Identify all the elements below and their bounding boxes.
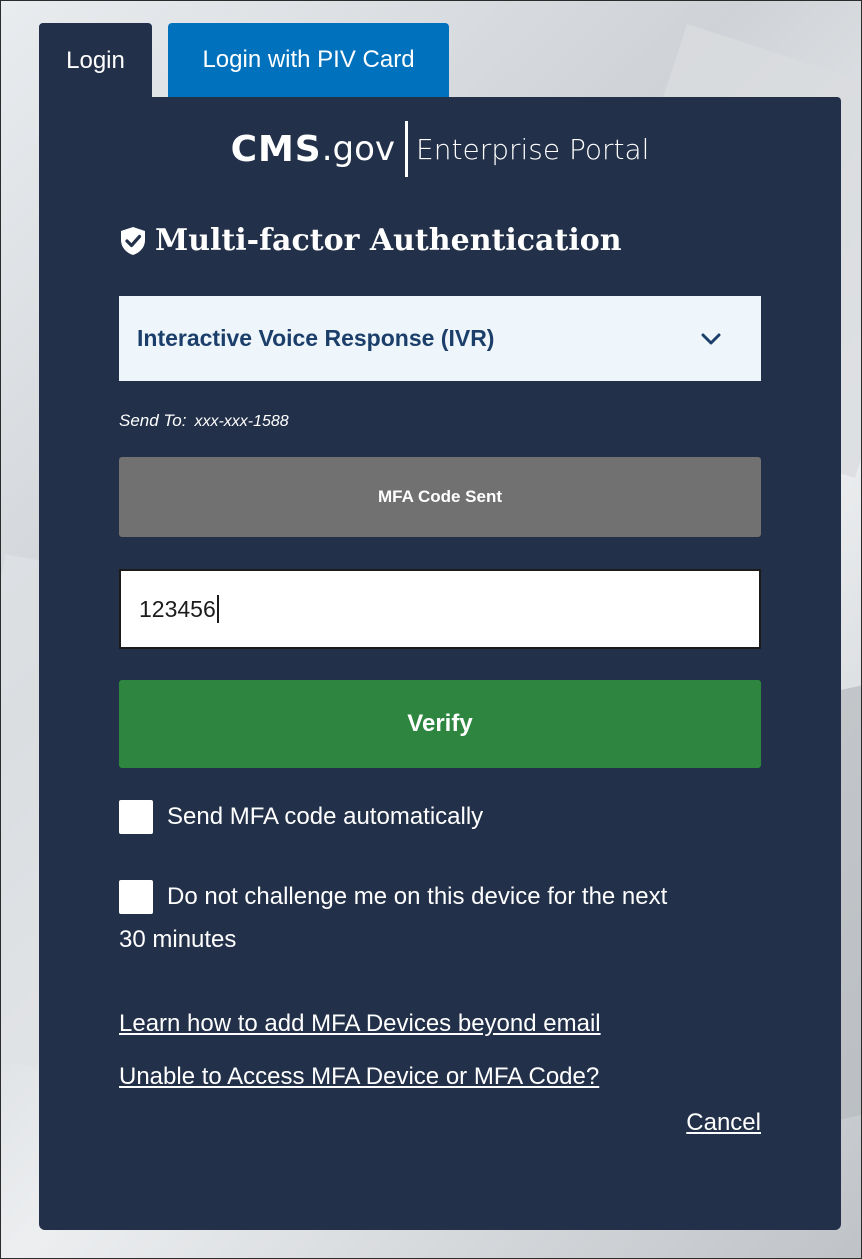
page-title: Multi-factor Authentication: [119, 223, 622, 258]
send-to-label: Send To:: [119, 411, 187, 430]
mfa-code-input[interactable]: 123456: [119, 569, 761, 649]
text-caret: [216, 595, 219, 623]
page-title-text: Multi-factor Authentication: [155, 223, 622, 258]
send-mfa-auto-checkbox[interactable]: [119, 800, 153, 834]
mfa-code-input-value: 123456: [139, 595, 216, 622]
tab-piv-label: Login with PIV Card: [202, 46, 415, 73]
verify-button-label: Verify: [407, 710, 473, 737]
cancel-link[interactable]: Cancel: [686, 1109, 761, 1137]
send-mfa-auto-row: Send MFA code automatically: [119, 800, 483, 834]
chevron-down-icon: [701, 333, 721, 344]
login-panel: CMS .gov Enterprise Portal Multi-factor A…: [39, 97, 841, 1230]
send-to-text: Send To: xxx-xxx-1588: [119, 411, 289, 431]
send-to-number: xxx-xxx-1588: [194, 413, 289, 430]
logo-divider: [405, 121, 409, 177]
mfa-code-sent-label: MFA Code Sent: [377, 487, 503, 506]
do-not-challenge-label-cont: 30 minutes: [119, 926, 237, 953]
logo-portal-text: Enterprise Portal: [416, 132, 650, 166]
tab-login-piv-card[interactable]: Login with PIV Card: [168, 23, 449, 97]
shield-check-icon: [121, 226, 145, 255]
tab-login[interactable]: Login: [39, 23, 152, 99]
do-not-challenge-checkbox[interactable]: [119, 880, 153, 914]
verify-button[interactable]: Verify: [119, 680, 761, 768]
mfa-code-sent-button[interactable]: MFA Code Sent: [119, 457, 761, 537]
cms-logo: CMS .gov Enterprise Portal: [39, 119, 841, 179]
do-not-challenge-label: Do not challenge me on this device for t…: [167, 883, 668, 910]
logo-cms-text: CMS: [230, 128, 322, 170]
do-not-challenge-row: Do not challenge me on this device for t…: [119, 880, 779, 914]
mfa-device-select-value: Interactive Voice Response (IVR): [137, 325, 495, 351]
unable-access-mfa-link[interactable]: Unable to Access MFA Device or MFA Code?: [119, 1063, 599, 1091]
page-background: Login Login with PIV Card CMS .gov Enterp…: [0, 0, 862, 1259]
tab-login-label: Login: [66, 47, 125, 74]
logo-gov-text: .gov: [321, 129, 396, 169]
mfa-device-select[interactable]: Interactive Voice Response (IVR): [119, 296, 761, 381]
send-mfa-auto-label: Send MFA code automatically: [167, 803, 484, 830]
learn-add-mfa-devices-link[interactable]: Learn how to add MFA Devices beyond emai…: [119, 1010, 601, 1038]
